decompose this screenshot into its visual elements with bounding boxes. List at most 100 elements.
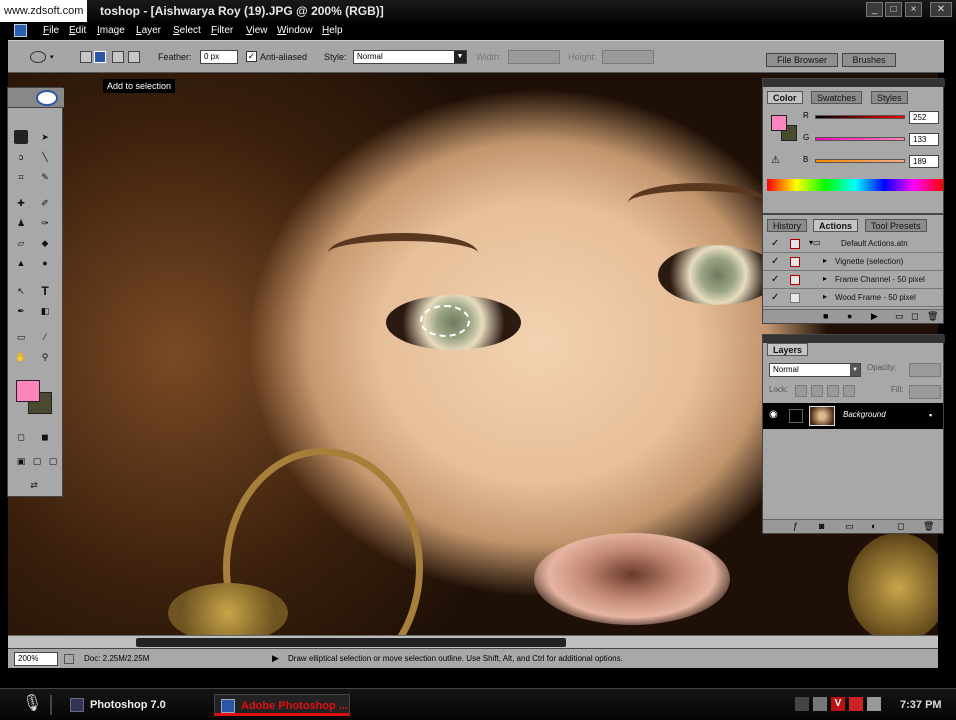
- dodge-icon[interactable]: ●: [38, 256, 52, 270]
- lasso-icon[interactable]: ↄ: [14, 150, 28, 164]
- channel-g-slider[interactable]: [815, 137, 905, 141]
- dialog-toggle-icon[interactable]: [790, 239, 800, 249]
- app-close-icon[interactable]: ✕: [930, 2, 952, 17]
- magic-wand-icon[interactable]: ╲: [38, 150, 52, 164]
- zoom-icon[interactable]: ⚲: [38, 350, 52, 364]
- tray-network-icon[interactable]: [795, 697, 809, 711]
- delete-icon[interactable]: 🗑: [927, 311, 938, 322]
- rect-marquee-icon[interactable]: [14, 130, 28, 144]
- tool-preset-dropdown-icon[interactable]: ▾: [50, 53, 54, 61]
- hand-icon[interactable]: ✋: [14, 350, 28, 364]
- history-brush-icon[interactable]: ✑: [38, 216, 52, 230]
- brush-icon[interactable]: ✐: [38, 196, 52, 210]
- foreground-color-swatch[interactable]: [16, 380, 40, 402]
- menu-image[interactable]: Image: [97, 24, 125, 37]
- record-icon[interactable]: ●: [847, 311, 852, 321]
- channel-b-input[interactable]: 189: [909, 155, 939, 168]
- play-icon[interactable]: ▶: [871, 311, 878, 322]
- document-info-icon[interactable]: [64, 654, 74, 664]
- close-button[interactable]: ×: [905, 2, 922, 17]
- eye-visibility-icon[interactable]: ◉: [769, 409, 778, 420]
- tray-v-icon[interactable]: V: [831, 697, 845, 711]
- jump-to-imageready-icon[interactable]: ⇄: [14, 478, 54, 492]
- horizontal-scrollbar[interactable]: [8, 635, 938, 648]
- menu-window[interactable]: Window: [277, 24, 313, 37]
- tab-styles[interactable]: Styles: [871, 91, 908, 104]
- photoshop-eye-icon[interactable]: [14, 24, 27, 37]
- shape-icon[interactable]: ◧: [38, 304, 52, 318]
- link-icon[interactable]: [789, 409, 803, 423]
- new-layer-icon[interactable]: ◻: [897, 521, 904, 532]
- action-row[interactable]: ✓ ▸ Frame Channel - 50 pixel: [763, 271, 943, 289]
- microphone-icon[interactable]: 🎙: [22, 693, 42, 715]
- menu-filter[interactable]: Filter: [211, 24, 233, 37]
- menu-view[interactable]: View: [246, 24, 268, 37]
- tray-speaker-icon[interactable]: [867, 697, 881, 711]
- screen-mode-full-icon[interactable]: ▢: [46, 454, 60, 468]
- quickmask-mode-icon[interactable]: ◼: [38, 430, 52, 444]
- dialog-toggle-icon[interactable]: [790, 257, 800, 267]
- stop-icon[interactable]: ■: [823, 311, 828, 321]
- status-menu-arrow-icon[interactable]: ▶: [272, 653, 279, 664]
- feather-input[interactable]: 0 px: [200, 50, 238, 64]
- zoom-input[interactable]: 200%: [14, 652, 58, 666]
- action-toggle-checkmark-icon[interactable]: ✓: [771, 292, 779, 304]
- intersect-selection-icon[interactable]: [128, 51, 140, 63]
- dialog-toggle-icon[interactable]: [790, 293, 800, 303]
- action-set-row[interactable]: ✓ ▾▭ Default Actions.atn: [763, 235, 943, 253]
- elliptical-marquee-icon[interactable]: [30, 51, 46, 63]
- tab-history[interactable]: History: [767, 219, 808, 232]
- layer-style-icon[interactable]: ƒ: [793, 521, 798, 531]
- tab-color[interactable]: Color: [767, 91, 803, 104]
- screen-mode-full-menu-icon[interactable]: ▢: [30, 454, 44, 468]
- new-group-icon[interactable]: ▭: [845, 521, 854, 532]
- bucket-icon[interactable]: ◆: [38, 236, 52, 250]
- expand-triangle-icon[interactable]: ▸: [823, 256, 827, 265]
- brushes-tab[interactable]: Brushes: [842, 53, 896, 67]
- tab-actions[interactable]: Actions: [813, 219, 859, 232]
- menu-select[interactable]: Select: [173, 24, 201, 37]
- healing-brush-icon[interactable]: ✚: [14, 196, 28, 210]
- style-select[interactable]: Normal ▼: [353, 50, 467, 64]
- adjustment-layer-icon[interactable]: ◐: [871, 521, 876, 531]
- expand-triangle-icon[interactable]: ▸: [823, 292, 827, 301]
- path-select-icon[interactable]: ↖: [14, 284, 28, 298]
- lock-image-icon[interactable]: [811, 385, 823, 397]
- new-set-icon[interactable]: ▭: [895, 311, 904, 322]
- blur-icon[interactable]: ▲: [14, 256, 28, 270]
- action-row[interactable]: ✓ ▸ Vignette (selection): [763, 253, 943, 271]
- screen-mode-standard-icon[interactable]: ▣: [14, 454, 28, 468]
- action-toggle-checkmark-icon[interactable]: ✓: [771, 238, 779, 250]
- dialog-toggle-icon[interactable]: [790, 275, 800, 285]
- crop-icon[interactable]: ⌗: [14, 170, 28, 184]
- taskbar-photoshop-7[interactable]: Photoshop 7.0: [64, 694, 200, 716]
- action-toggle-checkmark-icon[interactable]: ✓: [771, 256, 779, 268]
- file-browser-tab[interactable]: File Browser: [766, 53, 838, 67]
- blend-mode-select[interactable]: Normal ▼: [769, 363, 861, 377]
- channel-r-input[interactable]: 252: [909, 111, 939, 124]
- channel-g-input[interactable]: 133: [909, 133, 939, 146]
- slice-icon[interactable]: ✎: [38, 170, 52, 184]
- notes-icon[interactable]: ▭: [14, 330, 28, 344]
- new-selection-icon[interactable]: [80, 51, 92, 63]
- delete-layer-icon[interactable]: 🗑: [923, 521, 934, 532]
- move-tool-icon[interactable]: ➤: [38, 130, 52, 144]
- channel-r-slider[interactable]: [815, 115, 905, 119]
- anti-aliased-checkbox[interactable]: ✓: [246, 51, 257, 62]
- tab-swatches[interactable]: Swatches: [811, 91, 863, 104]
- lock-all-icon[interactable]: [843, 385, 855, 397]
- expand-triangle-icon[interactable]: ▸: [823, 274, 827, 283]
- tab-layers[interactable]: Layers: [767, 343, 809, 356]
- layer-row[interactable]: ◉ Background ▪: [763, 403, 943, 429]
- add-to-selection-icon[interactable]: [94, 51, 106, 63]
- color-ramp[interactable]: [767, 179, 943, 191]
- menu-edit[interactable]: Edit: [69, 24, 86, 37]
- minimize-button[interactable]: _: [866, 2, 883, 17]
- adobe-online-icon[interactable]: [36, 90, 58, 106]
- scrollbar-thumb[interactable]: [136, 638, 566, 647]
- type-tool-icon[interactable]: T: [38, 284, 52, 298]
- eraser-icon[interactable]: ▱: [14, 236, 28, 250]
- menu-file[interactable]: File: [43, 24, 59, 37]
- tray-keyboard-icon[interactable]: [813, 697, 827, 711]
- gamut-warning-icon[interactable]: ⚠: [771, 155, 780, 166]
